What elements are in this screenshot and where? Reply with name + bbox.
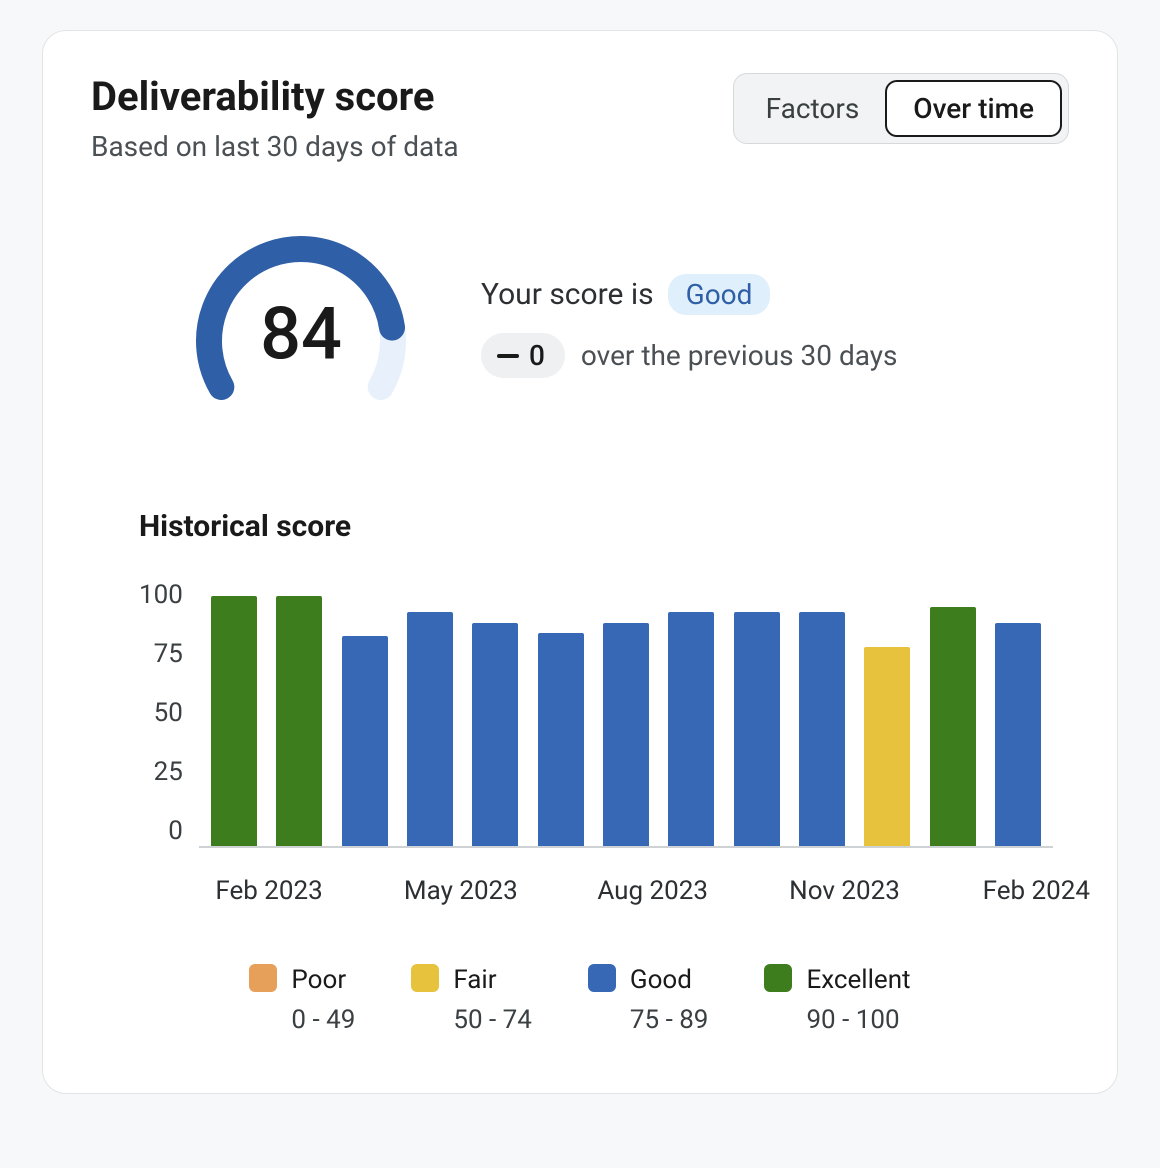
chart-bars [211, 580, 1041, 846]
chart-plot [199, 580, 1053, 848]
legend-range: 90 - 100 [806, 1002, 910, 1038]
card-header: Deliverability score Based on last 30 da… [91, 73, 1069, 163]
deliverability-card: Deliverability score Based on last 30 da… [42, 30, 1118, 1094]
score-delta-value: 0 [529, 339, 545, 372]
y-tick: 50 [154, 698, 183, 728]
chart-bar[interactable] [342, 636, 388, 846]
gauge-value: 84 [260, 292, 342, 377]
chart-bar[interactable] [864, 647, 910, 847]
legend-range: 75 - 89 [630, 1002, 709, 1038]
tab-over-time[interactable]: Over time [885, 80, 1062, 137]
x-tick: Feb 2023 [215, 876, 322, 906]
x-tick: Aug 2023 [597, 876, 708, 906]
y-tick: 0 [168, 816, 183, 846]
x-axis: Feb 2023May 2023Aug 2023Nov 2023Feb 2024 [219, 876, 1053, 910]
legend-label: Fair [453, 962, 532, 998]
score-delta-suffix: over the previous 30 days [581, 339, 898, 372]
legend-label: Good [630, 962, 709, 998]
chart-bar[interactable] [930, 607, 976, 846]
chart-bar[interactable] [799, 612, 845, 846]
y-tick: 25 [154, 757, 183, 787]
legend-item-good: Good 75 - 89 [588, 962, 709, 1039]
legend-range: 0 - 49 [291, 1002, 355, 1038]
card-title: Deliverability score [91, 73, 459, 120]
chart-bar[interactable] [734, 612, 780, 846]
chart-legend: Poor 0 - 49 Fair 50 - 74 Good 75 - 89 Excellen… [91, 962, 1069, 1039]
score-delta-pill: 0 [481, 333, 565, 378]
legend-swatch [411, 964, 439, 992]
score-status-badge: Good [668, 274, 771, 315]
score-delta-line: 0 over the previous 30 days [481, 333, 897, 378]
chart-bar[interactable] [538, 633, 584, 846]
score-status-line: Your score is Good [481, 274, 897, 315]
tab-factors[interactable]: Factors [740, 82, 886, 135]
chart-bar[interactable] [603, 623, 649, 846]
legend-item-fair: Fair 50 - 74 [411, 962, 532, 1039]
score-summary: 84 Your score is Good 0 over the previou… [91, 221, 1069, 431]
y-tick: 100 [139, 580, 183, 610]
legend-range: 50 - 74 [453, 1002, 532, 1038]
y-axis: 100 75 50 25 0 [139, 580, 199, 846]
chart-bar[interactable] [995, 623, 1041, 846]
legend-item-excellent: Excellent 90 - 100 [764, 962, 910, 1039]
x-tick: Nov 2023 [789, 876, 900, 906]
view-tabs: Factors Over time [733, 73, 1069, 144]
chart-bar[interactable] [472, 623, 518, 846]
legend-label: Excellent [806, 962, 910, 998]
score-text: Your score is Good 0 over the previous 3… [481, 274, 897, 378]
chart-bar[interactable] [211, 596, 257, 846]
chart-bar[interactable] [407, 612, 453, 846]
legend-swatch [588, 964, 616, 992]
x-tick: May 2023 [404, 876, 518, 906]
y-tick: 75 [154, 639, 183, 669]
legend-label: Poor [291, 962, 355, 998]
legend-swatch [764, 964, 792, 992]
chart-bar[interactable] [276, 596, 322, 846]
x-tick: Feb 2024 [983, 876, 1090, 906]
legend-item-poor: Poor 0 - 49 [249, 962, 355, 1039]
header-text: Deliverability score Based on last 30 da… [91, 73, 459, 163]
card-subtitle: Based on last 30 days of data [91, 130, 459, 163]
legend-swatch [249, 964, 277, 992]
chart-bar[interactable] [668, 612, 714, 846]
historical-title: Historical score [139, 509, 1069, 544]
score-status-prefix: Your score is [481, 277, 654, 312]
score-gauge: 84 [181, 221, 421, 431]
no-change-icon [497, 354, 519, 358]
historical-chart: 100 75 50 25 0 Feb 2023 May 2023 Aug 2023 Nov 2… [139, 580, 1053, 910]
